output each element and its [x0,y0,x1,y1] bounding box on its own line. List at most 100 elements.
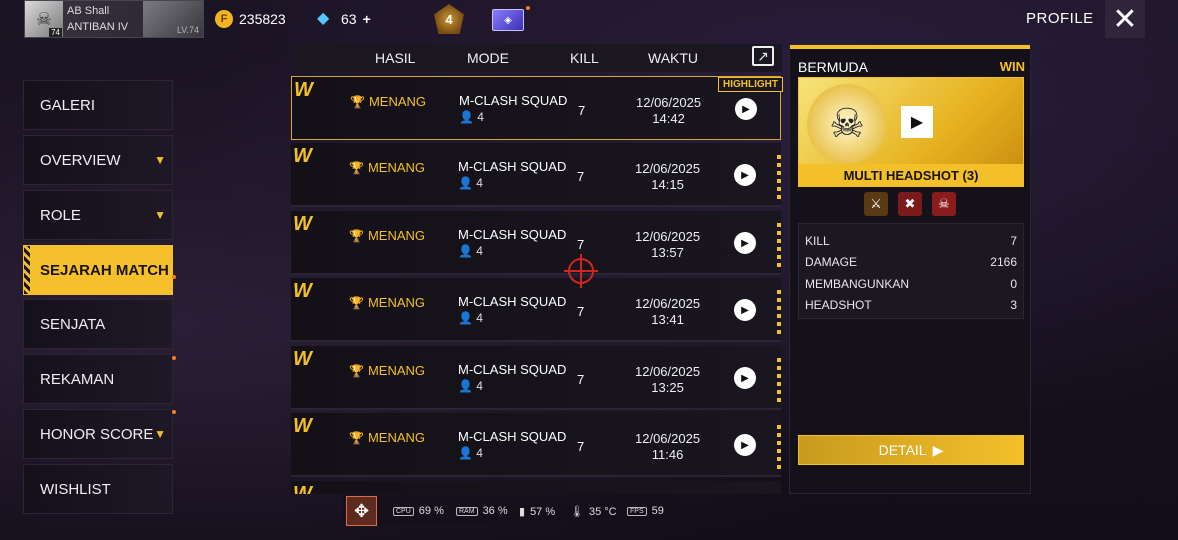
gold-amount: 235823 [239,11,286,27]
chevron-down-icon: ▼ [154,427,166,441]
play-video-button[interactable]: ▶ [901,106,933,138]
avatar-level: 74 [49,28,62,37]
time-text: 13:57 [651,245,684,260]
column-hasil: HASIL [375,50,416,66]
rank-badge[interactable]: 4 [434,4,464,34]
match-row[interactable]: W 🏆 MENANG M-CLASH SQUAD 👤 4 7 12/06/2025 1… [291,211,781,275]
cpu-value: 69 % [418,505,444,517]
time-text: 13:41 [651,312,684,327]
sidebar-item-overview[interactable]: OVERVIEW ▼ [23,135,173,185]
battery-value: 57 % [530,505,556,518]
close-button[interactable]: ✕ [1105,0,1145,38]
sidebar-item-wishlist[interactable]: WISHLIST [23,464,173,514]
match-row[interactable]: W 🏆 MENANG M-CLASH SQUAD 👤 4 7 12/06/2025 1… [291,413,781,477]
sidebar-item-sejarah-match[interactable]: SEJARAH MATCH [23,245,173,295]
gold-currency[interactable]: F 235823 [215,0,286,38]
add-diamond-button[interactable]: + [363,11,371,27]
match-row[interactable]: W HIGHLIGHT 🏆 MENANG M-CLASH SQUAD 👤 4 7 1… [291,76,783,140]
sidebar-item-label: HONOR SCORE [40,425,154,443]
sidebar-item-label: OVERVIEW [40,151,121,169]
kill-cell: 7 [577,372,585,387]
mvp-icon: W [293,483,312,494]
replay-button[interactable]: ▶ [734,232,756,254]
sidebar-item-senjata[interactable]: SENJATA [23,299,173,349]
move-hud-button[interactable]: ✥ [346,496,377,526]
notification-dot [526,6,530,10]
mvp-icon: W [293,280,312,302]
sidebar-item-label: GALERI [40,96,96,114]
match-row[interactable]: W 🏆 MENANG M-CLASH SQUAD 👤 4 7 12/06/2025 1… [291,346,781,410]
sidebar-item-label: SENJATA [40,315,106,333]
result-text: MENANG [367,430,426,445]
match-list[interactable]: W HIGHLIGHT 🏆 MENANG M-CLASH SQUAD 👤 4 7 1… [291,76,783,494]
person-icon: 👤 [458,311,473,325]
column-waktu: WAKTU [648,50,699,66]
replay-button[interactable]: ▶ [735,98,757,120]
match-table-header: HASIL MODE KILL WAKTU [292,44,782,72]
replay-button[interactable]: ▶ [734,299,756,321]
page-title: PROFILE [1026,10,1094,27]
avatar[interactable]: ☠ 74 [25,1,63,37]
panel-accent [790,45,1030,49]
highlight-badge: HIGHLIGHT [718,77,783,92]
play-icon: ▶ [741,372,749,384]
stat-value: 3 [1010,298,1017,313]
trophy-icon: 🏆 [350,94,365,109]
trophy-icon: 🏆 [349,363,364,378]
diamond-currency[interactable]: ◆ 63 + [317,0,371,38]
detail-button[interactable]: DETAIL ▶ [798,435,1024,465]
person-icon: 👤 [459,110,474,124]
close-icon: ✕ [1112,2,1138,36]
result-text: MENANG [367,228,426,243]
time-cell: 12/06/2025 14:42 [636,95,701,127]
mode-cell: M-CLASH SQUAD 👤 4 [458,429,566,460]
play-icon: ▶ [741,304,749,316]
sidebar-item-rekaman[interactable]: REKAMAN [23,354,173,404]
elite-pass-icon[interactable]: ◈ [492,9,524,31]
date-text: 12/06/2025 [635,364,701,379]
sidebar-item-galeri[interactable]: GALERI [23,80,173,130]
stat-damage: DAMAGE 2166 [805,252,1017,274]
stat-kill: KILL 7 [805,230,1017,252]
map-name: BERMUDA [798,59,869,75]
player-count: 4 [477,110,484,124]
player-card[interactable]: ☠ 74 AB Shall ANTIBAN IV LV.74 [24,0,204,38]
match-row[interactable]: W 🏆 MENANG M-CLASH SQUAD 👤 4 7 12/06/2025 1… [291,143,781,207]
player-count: 4 [476,311,483,325]
replay-button[interactable]: ▶ [734,367,756,389]
diamond-amount: 63 [341,11,357,27]
stat-membangunkan: MEMBANGUNKAN 0 [805,273,1017,295]
sidebar-item-honor-score[interactable]: HONOR SCORE ▼ [23,409,173,459]
result-cell: 🏆 MENANG [349,295,425,310]
ram-icon: RAM [456,506,478,516]
stat-label: MEMBANGUNKAN [805,276,910,291]
replay-button[interactable]: ▶ [734,434,756,456]
player-name-bottom: ANTIBAN IV [67,21,129,33]
share-button[interactable]: ↗ [752,46,774,66]
mode-cell: M-CLASH SQUAD 👤 4 [458,227,566,258]
notification-dot [172,275,176,279]
mode-cell: M-CLASH SQUAD 👤 4 [458,362,566,393]
highlight-video[interactable]: ☠ ▶ MULTI HEADSHOT (3) [798,77,1024,187]
slash-medal-icon: ⚔ [864,192,888,216]
mvp-icon: W [293,145,312,167]
replay-button[interactable]: ▶ [734,164,756,186]
date-text: 12/06/2025 [636,95,702,110]
time-cell: 12/06/2025 13:25 [635,364,700,396]
player-count: 4 [476,446,483,460]
kill-cell: 7 [577,169,585,184]
sidebar-item-role[interactable]: ROLE ▼ [23,190,173,240]
time-cell: 12/06/2025 13:57 [635,229,700,261]
stat-value: 2166 [990,255,1017,270]
time-text: 11:46 [651,447,684,462]
person-icon: 👤 [458,244,473,258]
sidebar-item-label: SEJARAH MATCH [40,261,169,279]
sidebar-item-label: ROLE [40,206,81,224]
mvp-icon: W [293,213,312,235]
match-row[interactable]: W 🏆 MENANG M-CLASH SQUAD 👤 4 7 12/06/2025 1… [291,278,781,342]
person-icon: 👤 [458,176,473,190]
match-row[interactable]: W [291,481,781,494]
column-mode: MODE [467,50,509,66]
row-stripe [777,151,781,199]
stat-label: HEADSHOT [805,298,872,313]
